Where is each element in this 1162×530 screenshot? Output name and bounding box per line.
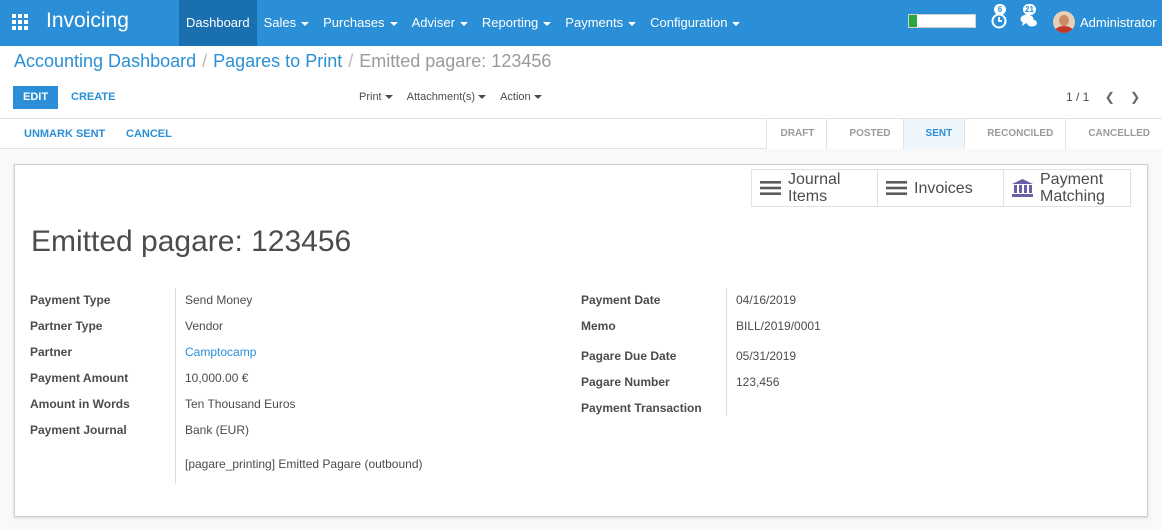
payment-matching-label: Payment Matching	[1040, 171, 1105, 205]
record-title: Emitted pagare: 123456	[31, 225, 352, 258]
payment-amount-value: 10,000.00 €	[185, 371, 249, 385]
menu-adviser[interactable]: Adviser	[405, 0, 475, 46]
stage-cancelled: CANCELLED	[1065, 119, 1162, 149]
menu-sales[interactable]: Sales	[257, 0, 317, 46]
payment-transaction-label: Payment Transaction	[581, 401, 702, 415]
menu-label: Sales	[263, 15, 297, 30]
stage-sent: SENT	[902, 119, 965, 149]
status-bar: UNMARK SENT CANCEL DRAFT POSTED SENT REC…	[0, 119, 1162, 149]
action-dropdown[interactable]: Action	[500, 86, 542, 109]
menu-label: Configuration	[650, 15, 728, 30]
payment-journal-label: Payment Journal	[30, 423, 127, 437]
caret-down-icon	[533, 95, 542, 100]
breadcrumb-accounting-dashboard[interactable]: Accounting Dashboard	[14, 51, 196, 71]
payment-type-label: Payment Type	[30, 293, 111, 307]
user-avatar[interactable]	[1053, 11, 1075, 33]
caret-down-icon	[384, 95, 393, 100]
memo-label: Memo	[581, 319, 616, 333]
amount-in-words-label: Amount in Words	[30, 397, 130, 411]
attachments-label: Attachment(s)	[406, 91, 476, 103]
partner-link[interactable]: Camptocamp	[185, 345, 256, 359]
progress-fill	[909, 15, 917, 27]
action-label: Action	[500, 91, 531, 103]
field-divider	[175, 288, 176, 484]
top-navbar: Invoicing Dashboard Sales Purchases Advi…	[0, 0, 1162, 46]
caret-down-icon	[543, 21, 552, 26]
attachments-dropdown[interactable]: Attachment(s)	[406, 86, 487, 109]
unmark-sent-button[interactable]: UNMARK SENT	[24, 119, 105, 149]
invoices-button[interactable]: Invoices	[877, 169, 1004, 207]
print-label: Print	[359, 91, 382, 103]
stage-pipeline: DRAFT POSTED SENT RECONCILED CANCELLED	[765, 119, 1162, 149]
edit-button[interactable]: EDIT	[13, 86, 59, 109]
field-divider	[726, 288, 727, 416]
create-button[interactable]: CREATE	[71, 86, 115, 109]
menu-label: Dashboard	[186, 15, 250, 30]
payment-date-label: Payment Date	[581, 293, 661, 307]
sidebar-dropdowns: Print Attachment(s) Action	[359, 86, 556, 109]
memo-value: BILL/2019/0001	[736, 319, 821, 333]
caret-down-icon	[478, 95, 487, 100]
pager-previous-icon[interactable]: ❮	[1105, 86, 1115, 109]
caret-down-icon	[301, 21, 310, 26]
messages-icon[interactable]: 21	[1020, 4, 1037, 29]
breadcrumb-current: Emitted pagare: 123456	[359, 51, 552, 71]
payment-journal-value: Bank (EUR)	[185, 423, 250, 437]
caret-down-icon	[732, 21, 741, 26]
menu-label: Purchases	[323, 15, 385, 30]
pagare-number-value: 123,456	[736, 375, 780, 389]
payment-amount-label: Payment Amount	[30, 371, 129, 385]
caret-down-icon	[628, 21, 637, 26]
partner-label: Partner	[30, 345, 73, 359]
breadcrumb-separator: /	[348, 51, 354, 71]
onboarding-progress-bar[interactable]	[908, 14, 976, 28]
menu-reporting[interactable]: Reporting	[475, 0, 558, 46]
menu-label: Reporting	[481, 15, 539, 30]
payment-matching-button[interactable]: Payment Matching	[1003, 169, 1131, 207]
pager-next-icon[interactable]: ❯	[1130, 86, 1140, 109]
pager: 1 / 1 ❮ ❯	[1066, 86, 1140, 109]
amount-in-words-value: Ten Thousand Euros	[185, 397, 296, 411]
partner-type-label: Partner Type	[30, 319, 103, 333]
invoices-label: Invoices	[914, 179, 973, 197]
breadcrumb-pagares-to-print[interactable]: Pagares to Print	[213, 51, 342, 71]
list-icon	[886, 181, 907, 195]
user-name[interactable]: Administrator	[1080, 15, 1157, 30]
activity-count-badge: 6	[994, 4, 1006, 15]
menu-purchases[interactable]: Purchases	[316, 0, 404, 46]
apps-grid-icon[interactable]	[12, 14, 28, 30]
bank-icon	[1012, 179, 1033, 197]
activity-clock-icon[interactable]: 6	[991, 4, 1007, 29]
menu-dashboard[interactable]: Dashboard	[179, 0, 257, 46]
form-sheet: Journal Items Invoices Payment Matching Em…	[14, 164, 1148, 517]
menu-label: Payments	[565, 15, 624, 30]
stage-posted: POSTED	[826, 119, 903, 149]
pagare-number-label: Pagare Number	[581, 375, 670, 389]
caret-down-icon	[459, 21, 468, 26]
pagare-due-date-label: Pagare Due Date	[581, 349, 677, 363]
journal-extra-info: [pagare_printing] Emitted Pagare (outbou…	[185, 457, 423, 471]
control-panel: Accounting Dashboard / Pagares to Print / Em…	[0, 46, 1162, 119]
journal-items-button[interactable]: Journal Items	[751, 169, 878, 207]
menu-configuration[interactable]: Configuration	[643, 0, 747, 46]
menu-label: Adviser	[411, 15, 455, 30]
print-dropdown[interactable]: Print	[359, 86, 393, 109]
payment-type-value: Send Money	[185, 293, 253, 307]
payment-date-value: 04/16/2019	[736, 293, 797, 307]
messages-count-badge: 21	[1023, 4, 1036, 15]
partner-type-value: Vendor	[185, 319, 224, 333]
stage-reconciled: RECONCILED	[964, 119, 1066, 149]
breadcrumb: Accounting Dashboard / Pagares to Print / Em…	[14, 51, 551, 72]
breadcrumb-separator: /	[202, 51, 208, 71]
cancel-button[interactable]: CANCEL	[126, 119, 172, 149]
menu-payments[interactable]: Payments	[558, 0, 643, 46]
pagare-due-date-value: 05/31/2019	[736, 349, 797, 363]
stage-draft: DRAFT	[765, 119, 827, 149]
main-menu: Dashboard Sales Purchases Adviser Report…	[179, 0, 747, 46]
caret-down-icon	[389, 21, 398, 26]
pager-value[interactable]: 1 / 1	[1066, 90, 1089, 104]
list-icon	[760, 181, 781, 195]
app-name: Invoicing	[46, 9, 129, 32]
journal-items-label: Journal Items	[788, 171, 841, 205]
